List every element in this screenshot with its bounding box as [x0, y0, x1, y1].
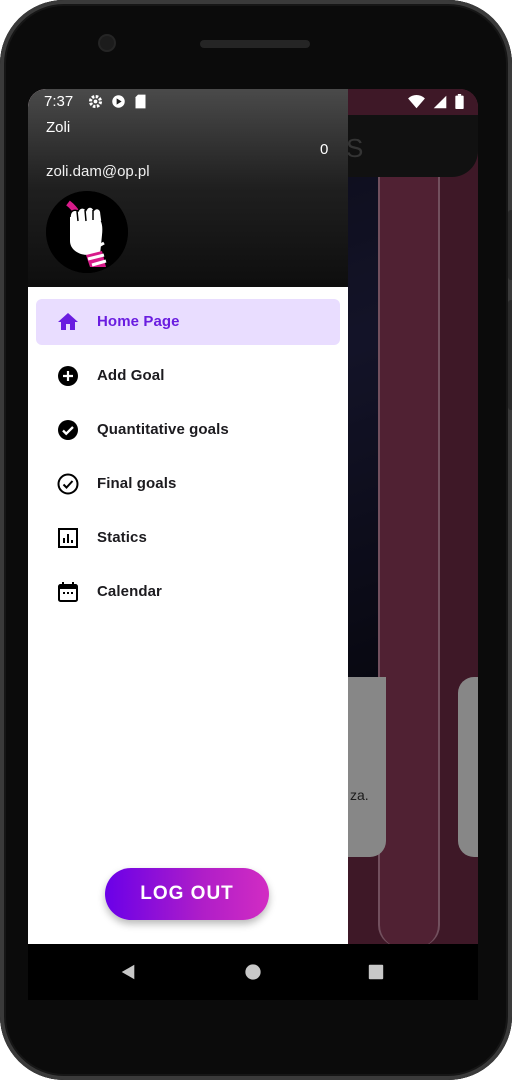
- check-circle-filled-icon: [56, 418, 80, 442]
- earpiece-speaker: [200, 40, 310, 48]
- volume-button: [508, 210, 512, 280]
- front-camera: [100, 36, 114, 50]
- menu-item-final-goals[interactable]: Final goals: [36, 461, 340, 507]
- phone-frame: S za. 7:37 Zoli 0 zoli.dam@op.pl Home Pa…: [0, 0, 512, 1080]
- menu-item-label: Statics: [97, 529, 147, 546]
- recents-button[interactable]: [348, 944, 404, 1000]
- add-circle-icon: [56, 364, 80, 388]
- back-icon: [121, 964, 135, 980]
- menu-item-label: Add Goal: [97, 367, 165, 384]
- user-name: Zoli: [46, 119, 71, 136]
- menu-item-calendar[interactable]: Calendar: [36, 569, 340, 615]
- menu-item-home-page[interactable]: Home Page: [36, 299, 340, 345]
- menu-item-statics[interactable]: Statics: [36, 515, 340, 561]
- home-button[interactable]: [225, 944, 281, 1000]
- menu-item-label: Final goals: [97, 475, 177, 492]
- bar-chart-icon: [56, 526, 80, 550]
- navigation-drawer: Zoli 0 zoli.dam@op.pl Home Page Add Goal…: [28, 89, 348, 944]
- gear-icon: [88, 94, 103, 113]
- wifi-icon: [408, 94, 425, 113]
- status-bar: 7:37: [28, 89, 478, 115]
- drawer-header: Zoli 0 zoli.dam@op.pl: [28, 89, 348, 287]
- menu-item-quantitative-goals[interactable]: Quantitative goals: [36, 407, 340, 453]
- home-icon: [56, 310, 80, 334]
- menu-item-label: Calendar: [97, 583, 162, 600]
- avatar[interactable]: [46, 191, 128, 273]
- battery-icon: [455, 94, 464, 113]
- menu-item-label: Quantitative goals: [97, 421, 229, 438]
- status-time: 7:37: [44, 93, 74, 110]
- user-email: zoli.dam@op.pl: [46, 163, 150, 180]
- check-circle-outline-icon: [56, 472, 80, 496]
- status-icons-left: [88, 94, 147, 113]
- recents-icon: [368, 964, 384, 980]
- system-navigation-bar: [28, 944, 478, 1000]
- screen: S za. 7:37 Zoli 0 zoli.dam@op.pl Home Pa…: [28, 89, 478, 944]
- logout-button[interactable]: LOG OUT: [105, 868, 269, 920]
- menu-item-add-goal[interactable]: Add Goal: [36, 353, 340, 399]
- menu-item-label: Home Page: [97, 313, 180, 330]
- home-button-icon: [245, 964, 261, 980]
- goal-counter: 0: [320, 141, 329, 158]
- sd-card-icon: [134, 94, 147, 113]
- status-icons-right: [408, 94, 464, 113]
- power-button: [508, 300, 512, 410]
- signal-icon: [433, 95, 447, 113]
- calendar-icon: [56, 580, 80, 604]
- raised-fist-icon: [46, 191, 128, 273]
- drawer-menu: Home Page Add Goal Quantitative goals Fi…: [36, 299, 340, 623]
- play-protect-icon: [111, 94, 126, 113]
- back-button[interactable]: [100, 944, 156, 1000]
